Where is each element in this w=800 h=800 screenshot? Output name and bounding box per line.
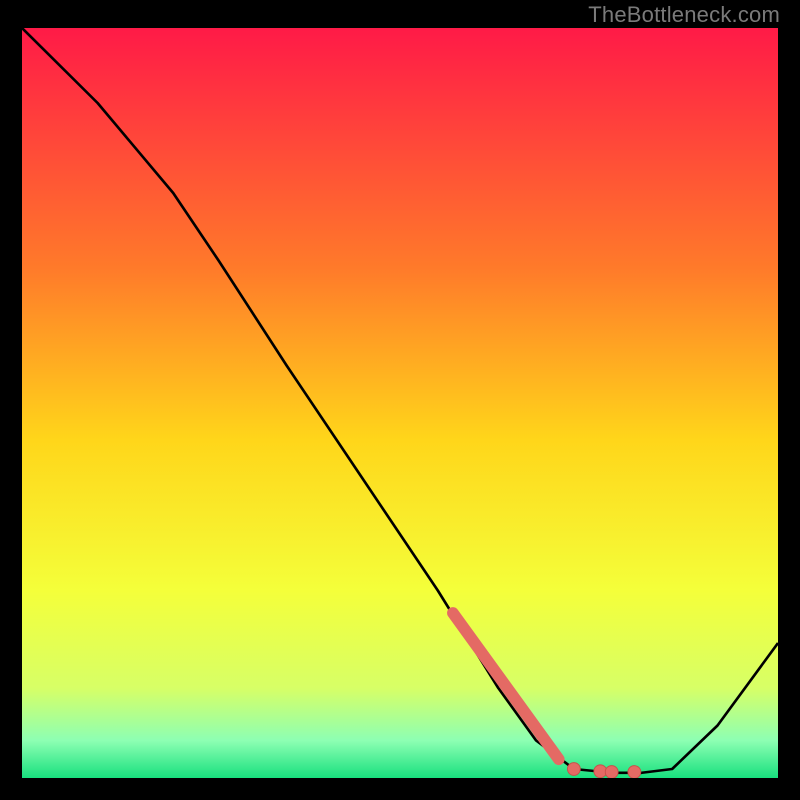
chart-wrap: TheBottleneck.com — [0, 0, 800, 800]
highlight-dot — [567, 763, 580, 776]
gradient-background — [22, 28, 778, 778]
highlight-dot — [605, 766, 618, 778]
watermark-label: TheBottleneck.com — [588, 2, 780, 28]
highlight-dot — [628, 766, 641, 778]
highlight-dot — [594, 765, 607, 778]
chart-plot — [22, 28, 778, 778]
